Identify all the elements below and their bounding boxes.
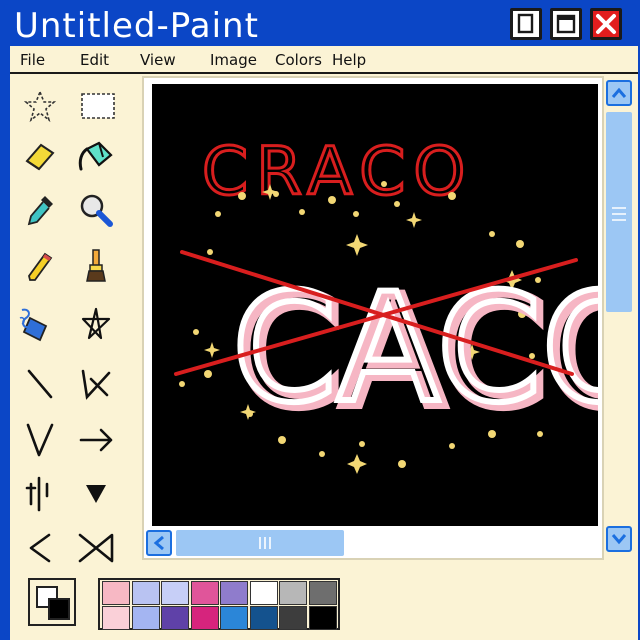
window-title: Untitled-Paint [14,6,259,46]
minimize-button[interactable] [510,8,542,40]
horizontal-scroll-thumb[interactable] [176,530,344,556]
triangle-icon [86,485,106,503]
eraser-tool[interactable] [20,136,60,176]
color-swatch[interactable] [249,605,278,630]
airbrush-tool[interactable] [16,304,56,344]
color-swatch[interactable] [161,605,189,630]
color-swatch[interactable] [249,581,278,605]
tool-palette [10,76,138,563]
color-swatch[interactable] [220,581,248,605]
eraser-icon [25,143,55,171]
menu-bar: File Edit View Image Colors Help [10,46,638,74]
ellipse-tool[interactable] [76,474,116,514]
airbrush-icon [19,308,48,342]
magnifier-icon [80,194,113,227]
color-swatch[interactable] [190,605,219,630]
curve-tool[interactable] [76,364,116,404]
pencil-icon [28,252,53,281]
menu-image[interactable]: Image [210,51,257,69]
bowtie-icon [78,533,114,563]
drawing-canvas[interactable]: CRACO CAC CA [152,84,640,526]
canvas-artwork: CRACO CAC CA [174,132,640,474]
vertical-lines-icon [25,476,49,512]
client-area: File Edit View Image Colors Help CRACO C… [10,46,640,640]
fill-bucket-tool[interactable] [76,136,116,176]
color-swatch[interactable] [220,605,248,630]
close-button[interactable] [590,8,622,40]
scroll-down-button[interactable] [606,526,632,552]
minimize-icon [517,13,534,34]
color-swatch[interactable] [102,605,130,630]
paint-bucket-icon [78,141,113,171]
color-swatch[interactable] [190,581,219,605]
menu-edit[interactable]: Edit [80,51,109,69]
brush-tool[interactable] [76,246,116,286]
free-select-tool[interactable] [20,86,60,126]
rectangle-tool[interactable] [20,420,60,460]
line-icon [27,369,53,399]
chevron-left-icon [153,535,164,551]
rounded-rect-tool[interactable] [20,528,60,568]
color-swatch[interactable] [131,581,160,605]
chevron-down-icon [611,534,627,545]
current-colors[interactable] [28,578,76,626]
scroll-left-button[interactable] [146,530,172,556]
arrow-right-icon [79,428,113,452]
chevron-up-icon [611,87,627,98]
grip-icon [259,537,271,549]
menu-view[interactable]: View [140,51,176,69]
vertical-scrollbar[interactable] [604,76,634,562]
star-select-icon [23,89,57,123]
close-icon [596,14,616,34]
rect-select-tool[interactable] [78,86,118,126]
color-swatch[interactable] [161,581,189,605]
grip-icon [612,207,626,221]
text-tool[interactable] [76,304,116,344]
brush-icon [86,249,106,282]
secondary-color[interactable] [48,598,70,620]
pencil-tool[interactable] [20,246,60,286]
line-tool[interactable] [20,364,60,404]
color-swatch[interactable] [308,605,337,630]
color-picker-tool[interactable] [20,190,60,230]
canvas-frame: CRACO CAC CA [142,76,640,560]
rect-select-icon [81,93,115,119]
color-swatch[interactable] [102,581,130,605]
title-bar[interactable]: Untitled-Paint [4,4,636,46]
scroll-up-button[interactable] [606,80,632,106]
color-swatch[interactable] [279,581,307,605]
maximize-button[interactable] [550,8,582,40]
main-text: CACO [232,262,598,436]
polygon-tool[interactable] [20,474,60,514]
arrow-tool[interactable] [76,420,116,460]
color-swatch[interactable] [131,605,160,630]
eyedropper-icon [27,196,53,226]
menu-colors[interactable]: Colors [275,51,322,69]
horizontal-scrollbar[interactable] [142,526,602,560]
menu-help[interactable]: Help [332,51,366,69]
maximize-icon [556,14,576,34]
curve-icon [81,369,111,400]
magnifier-tool[interactable] [76,190,116,230]
color-swatch-grid [98,578,340,630]
paint-window: Untitled-Paint File Edit View Image Colo… [4,4,640,640]
color-swatch[interactable] [308,581,337,605]
arrow-left-icon [29,533,51,563]
v-shape-icon [26,423,54,457]
menu-file[interactable]: File [20,51,45,69]
star-shape-icon [81,307,111,340]
shape-tool[interactable] [76,528,116,568]
vertical-scroll-thumb[interactable] [606,112,632,312]
color-palette-area [10,566,638,640]
color-swatch[interactable] [279,605,307,630]
